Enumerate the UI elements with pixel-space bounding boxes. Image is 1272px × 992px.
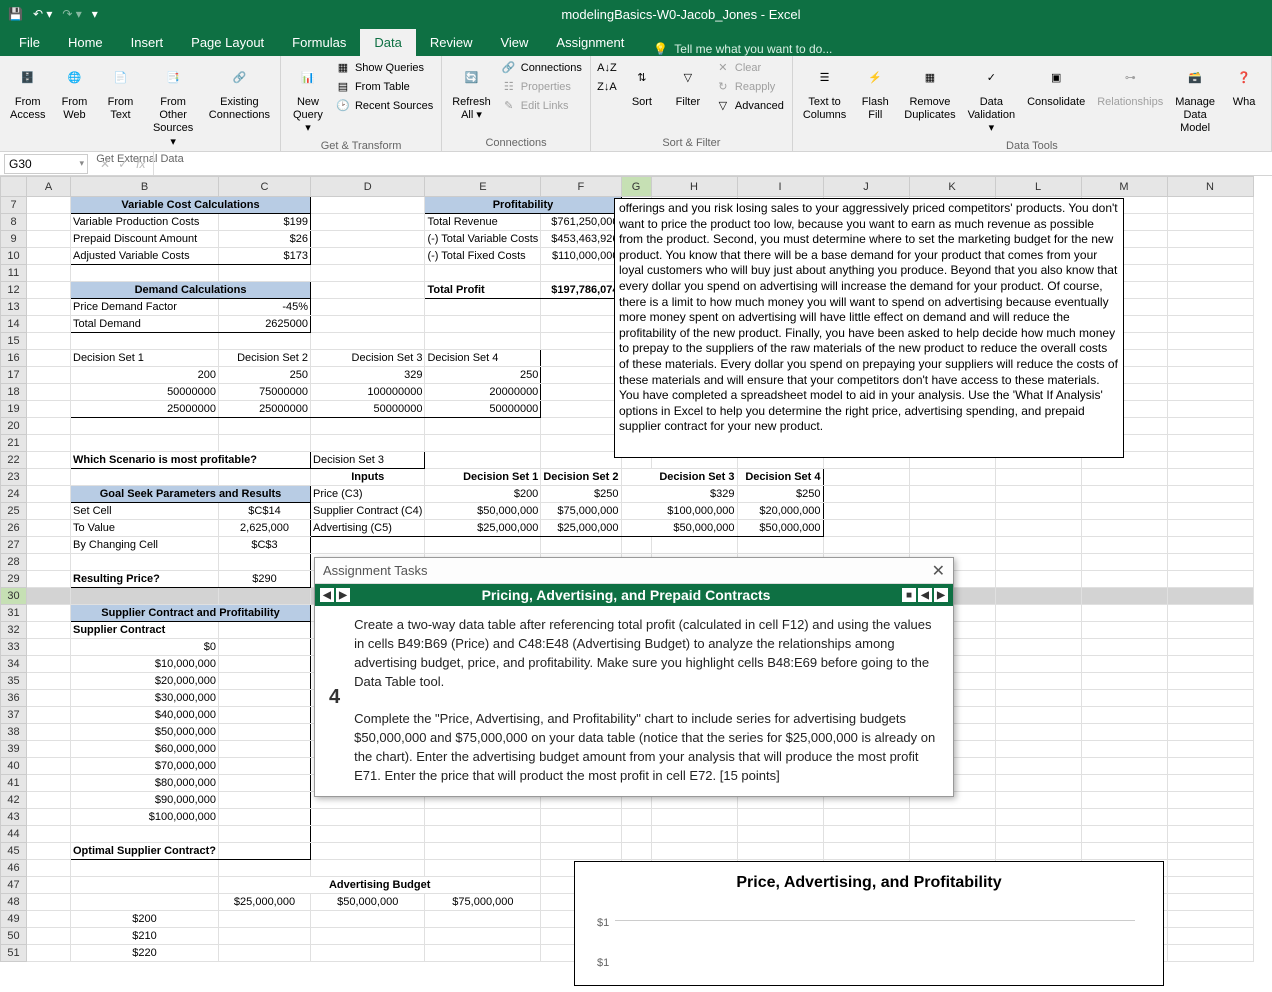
column-headers[interactable]: ABC DEF GHI JKL MN: [1, 177, 1254, 197]
sort-za-button[interactable]: Z↓A: [597, 79, 617, 97]
remove-duplicates-button[interactable]: ▦Remove Duplicates: [900, 60, 959, 124]
section-header: Demand Calculations: [71, 282, 311, 299]
nav-back-icon[interactable]: ◀: [918, 588, 932, 602]
tell-me-search[interactable]: 💡 Tell me what you want to do...: [653, 42, 832, 56]
save-icon[interactable]: 💾: [8, 7, 23, 21]
qat-customize-icon[interactable]: ▾: [92, 7, 98, 21]
filter-button[interactable]: ▽Filter: [667, 60, 709, 111]
fx-icon[interactable]: fx: [136, 157, 145, 171]
tab-assignment[interactable]: Assignment: [542, 29, 638, 56]
ribbon: 🗄️From Access 🌐From Web 📄From Text 📑From…: [0, 56, 1272, 152]
refresh-all-button[interactable]: 🔄Refresh All ▾: [448, 60, 495, 124]
properties-button[interactable]: ☷Properties: [499, 79, 584, 97]
sort-az-button[interactable]: A↓Z: [597, 60, 617, 78]
text-to-columns-button[interactable]: ☰Text to Columns: [799, 60, 850, 124]
recent-sources-button[interactable]: 🕑Recent Sources: [333, 98, 435, 116]
cancel-icon[interactable]: ✕: [100, 157, 110, 171]
connections-button[interactable]: 🔗Connections: [499, 60, 584, 78]
manage-data-model-button[interactable]: 🗃️Manage Data Model: [1171, 60, 1219, 138]
section-header: Profitability: [425, 197, 621, 214]
show-queries-button[interactable]: ▦Show Queries: [333, 60, 435, 78]
tab-insert[interactable]: Insert: [117, 29, 178, 56]
title-bar: 💾 ↶ ▾ ↷ ▾ ▾ modelingBasics-W0-Jacob_Jone…: [0, 0, 1272, 28]
tab-data[interactable]: Data: [360, 29, 415, 56]
select-all-cell[interactable]: [1, 177, 27, 197]
close-icon[interactable]: ✕: [932, 561, 945, 581]
tab-page-layout[interactable]: Page Layout: [177, 29, 278, 56]
tab-home[interactable]: Home: [54, 29, 117, 56]
bulb-icon: 💡: [653, 42, 668, 56]
worksheet-grid[interactable]: ABC DEF GHI JKL MN 7 Variable Cost Calcu…: [0, 176, 1272, 992]
tab-review[interactable]: Review: [416, 29, 487, 56]
data-validation-button[interactable]: ✓Data Validation ▾: [964, 60, 1020, 138]
task-body: Create a two-way data table after refere…: [354, 616, 939, 786]
consolidate-button[interactable]: ▣Consolidate: [1023, 60, 1089, 111]
formula-input[interactable]: [154, 152, 1272, 175]
nav-next-icon[interactable]: ▶: [336, 588, 350, 602]
from-table-button[interactable]: ▤From Table: [333, 79, 435, 97]
relationships-button[interactable]: ⊶Relationships: [1093, 60, 1167, 111]
from-access-button[interactable]: 🗄️From Access: [6, 60, 49, 124]
nav-prev-icon[interactable]: ◀: [320, 588, 334, 602]
taskpane-title: Assignment Tasks: [323, 563, 428, 578]
advanced-filter-button[interactable]: ▽Advanced: [713, 98, 786, 116]
edit-links-button[interactable]: ✎Edit Links: [499, 98, 584, 116]
from-other-button[interactable]: 📑From Other Sources ▾: [145, 60, 200, 151]
tab-file[interactable]: File: [5, 29, 54, 56]
nav-fwd-icon[interactable]: ▶: [934, 588, 948, 602]
existing-conn-button[interactable]: 🔗Existing Connections: [205, 60, 274, 124]
from-text-button[interactable]: 📄From Text: [99, 60, 141, 124]
assignment-task-pane[interactable]: Assignment Tasks ✕ ◀ ▶ Pricing, Advertis…: [314, 557, 954, 797]
enter-icon[interactable]: ✓: [118, 157, 128, 171]
sort-button[interactable]: ⇅Sort: [621, 60, 663, 111]
tab-view[interactable]: View: [486, 29, 542, 56]
reapply-button[interactable]: ↻Reapply: [713, 79, 786, 97]
scenario-text-box: offerings and you risk losing sales to y…: [614, 198, 1124, 458]
flash-fill-button[interactable]: ⚡Flash Fill: [854, 60, 896, 124]
name-box[interactable]: G30: [4, 154, 88, 174]
new-query-button[interactable]: 📊New Query ▾: [287, 60, 329, 138]
tab-formulas[interactable]: Formulas: [278, 29, 360, 56]
window-title: modelingBasics-W0-Jacob_Jones - Excel: [561, 7, 800, 22]
whatif-button[interactable]: ❓Wha: [1223, 60, 1265, 111]
redo-icon[interactable]: ↷ ▾: [62, 7, 81, 21]
section-header: Variable Cost Calculations: [71, 197, 311, 214]
chart-panel[interactable]: Price, Advertising, and Profitability $1…: [574, 861, 1164, 986]
task-number: 4: [329, 686, 340, 786]
nav-stop-icon[interactable]: ■: [902, 588, 916, 602]
formula-bar: G30 ✕ ✓ fx: [0, 152, 1272, 176]
undo-icon[interactable]: ↶ ▾: [33, 7, 52, 21]
ribbon-tabs: File Home Insert Page Layout Formulas Da…: [0, 28, 1272, 56]
from-web-button[interactable]: 🌐From Web: [53, 60, 95, 124]
clear-filter-button[interactable]: ✕Clear: [713, 60, 786, 78]
